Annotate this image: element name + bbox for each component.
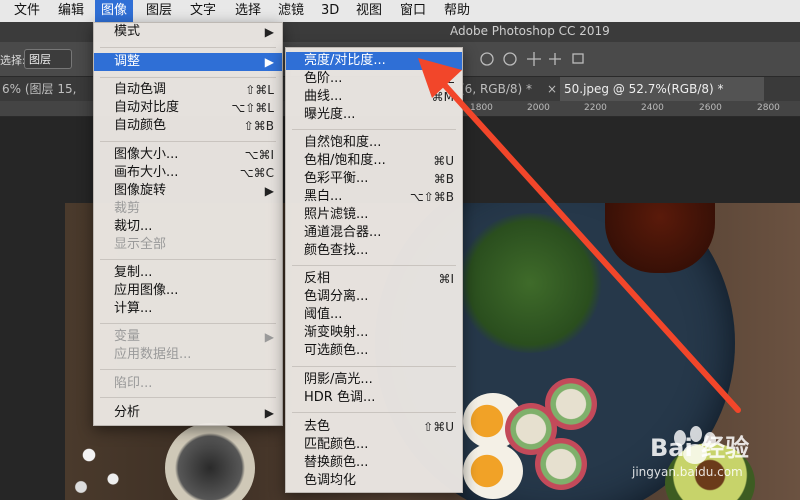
arrow-head-icon <box>418 58 462 98</box>
watermark-url: jingyan.baidu.com <box>632 465 743 479</box>
watermark-brand: Bai 经验 <box>650 434 750 462</box>
